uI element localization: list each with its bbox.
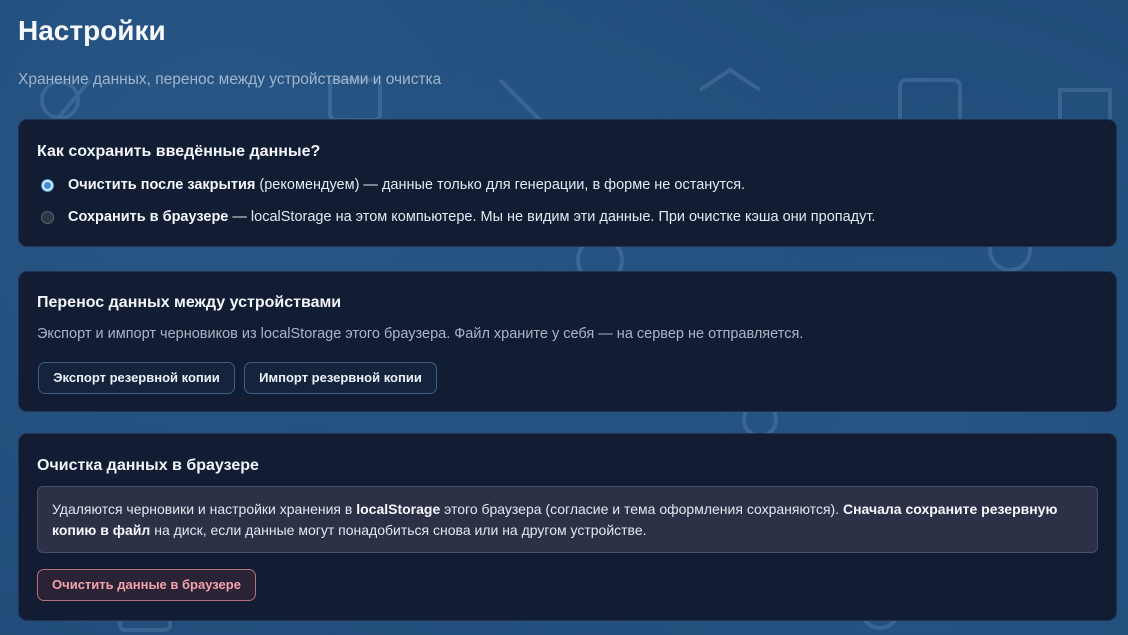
page-subtitle: Хранение данных, перенос между устройств… bbox=[18, 71, 442, 88]
export-backup-button[interactable]: Экспорт резервной копии bbox=[38, 362, 235, 394]
radio-option-save-in-browser[interactable]: Сохранить в браузере — localStorage на э… bbox=[41, 209, 875, 225]
clear-data-card: Очистка данных в браузере Удаляются черн… bbox=[18, 433, 1117, 621]
radio-option-label-rest: (рекомендуем) — данные только для генера… bbox=[255, 177, 746, 193]
clear-data-warning: Удаляются черновики и настройки хранения… bbox=[37, 486, 1098, 553]
radio-checked-icon[interactable] bbox=[41, 178, 54, 192]
radio-unchecked-icon[interactable] bbox=[41, 210, 54, 224]
warning-text: этого браузера (согласие и тема оформлен… bbox=[440, 501, 843, 517]
settings-page: Настройки Хранение данных, перенос между… bbox=[0, 0, 1128, 90]
radio-option-label: Сохранить в браузере — localStorage на э… bbox=[68, 209, 875, 225]
radio-option-clear-on-close[interactable]: Очистить после закрытия (рекомендуем) — … bbox=[41, 177, 745, 193]
storage-options-title: Как сохранить введённые данные? bbox=[37, 143, 321, 160]
warning-text: на диск, если данные могут понадобиться … bbox=[150, 522, 647, 538]
storage-options-card: Как сохранить введённые данные? Очистить… bbox=[18, 119, 1117, 247]
warning-text-bold: localStorage bbox=[356, 501, 441, 517]
transfer-card: Перенос данных между устройствами Экспор… bbox=[18, 271, 1117, 412]
clear-data-title: Очистка данных в браузере bbox=[37, 457, 259, 474]
radio-option-label-bold: Очистить после закрытия bbox=[68, 177, 256, 193]
import-backup-button[interactable]: Импорт резервной копии bbox=[244, 362, 437, 394]
radio-option-label-bold: Сохранить в браузере bbox=[68, 209, 229, 225]
transfer-description: Экспорт и импорт черновиков из localStor… bbox=[37, 326, 804, 342]
page-title: Настройки bbox=[18, 15, 166, 46]
transfer-title: Перенос данных между устройствами bbox=[37, 294, 342, 311]
radio-option-label-rest: — localStorage на этом компьютере. Мы не… bbox=[228, 209, 876, 225]
clear-browser-data-button[interactable]: Очистить данные в браузере bbox=[37, 569, 256, 601]
warning-text: Удаляются черновики и настройки хранения… bbox=[52, 501, 357, 517]
radio-option-label: Очистить после закрытия (рекомендуем) — … bbox=[68, 177, 745, 193]
